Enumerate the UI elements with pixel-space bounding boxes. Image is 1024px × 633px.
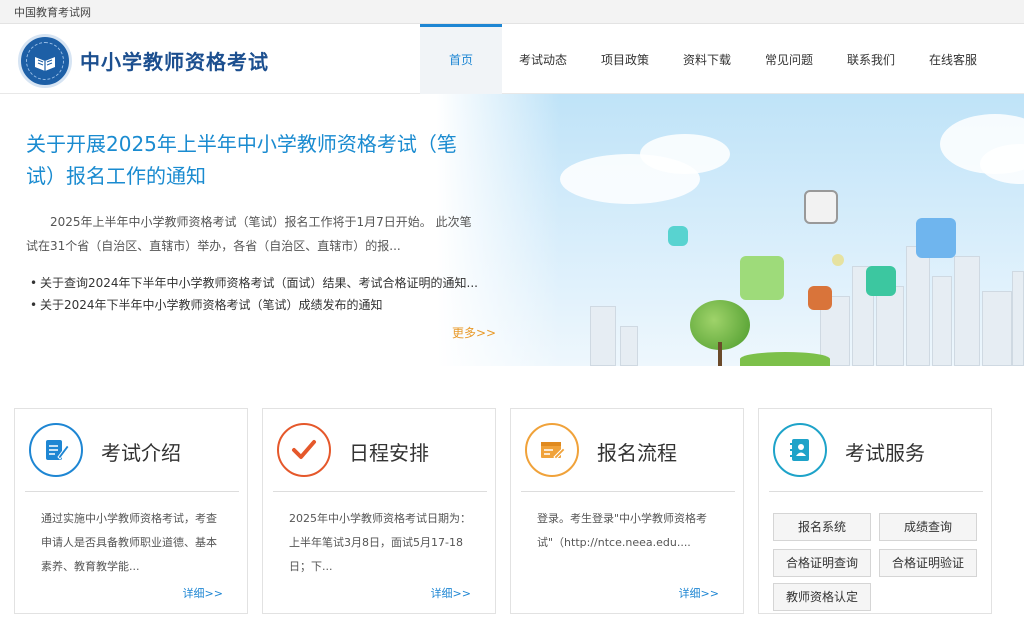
card-title: 考试介绍 [101, 441, 181, 465]
nav-item-downloads[interactable]: 资料下载 [666, 24, 748, 94]
certificate-verify-button[interactable]: 合格证明验证 [879, 549, 977, 577]
feature-cards: 考试介绍 通过实施中小学教师资格考试，考查申请人是否具备教师职业道德、基本素养、… [14, 408, 994, 616]
checkmark-icon [277, 423, 331, 477]
cube-decoration [808, 286, 832, 310]
card-description: 登录。考生登录"中小学教师资格考试"（http://ntce.neea.edu.… [537, 512, 708, 549]
notice-link[interactable]: 关于查询2024年下半年中小学教师资格考试（面试）结果、考试合格证明的通知... [30, 272, 490, 294]
nav-item-faq[interactable]: 常见问题 [748, 24, 830, 94]
nav-item-online-service[interactable]: 在线客服 [912, 24, 994, 94]
cube-decoration [916, 218, 956, 258]
card-title: 报名流程 [597, 441, 677, 465]
registration-system-button[interactable]: 报名系统 [773, 513, 871, 541]
document-pen-icon [29, 423, 83, 477]
header: 中小学教师资格考试 首页 考试动态 项目政策 资料下载 常见问题 联系我们 在线… [0, 24, 1024, 94]
featured-notice-title[interactable]: 关于开展2025年上半年中小学教师资格考试（笔试）报名工作的通知 [26, 128, 486, 192]
building-decoration [982, 291, 1012, 366]
detail-link[interactable]: 详细>> [183, 585, 223, 601]
card-title: 日程安排 [349, 441, 429, 465]
nav-item-exam-news[interactable]: 考试动态 [502, 24, 584, 94]
cube-decoration [804, 190, 838, 224]
card-description: 2025年中小学教师资格考试日期为：上半年笔试3月8日，面试5月17-18日；下… [289, 512, 471, 573]
cube-decoration [740, 256, 784, 300]
form-pen-icon [525, 423, 579, 477]
card-description: 通过实施中小学教师资格考试，考查申请人是否具备教师职业道德、基本素养、教育教学能… [41, 512, 217, 573]
building-decoration [906, 246, 930, 366]
notice-link[interactable]: 关于2024年下半年中小学教师资格考试（笔试）成绩发布的通知 [30, 294, 490, 316]
building-decoration [932, 276, 952, 366]
score-query-button[interactable]: 成绩查询 [879, 513, 977, 541]
grass-decoration [740, 352, 830, 366]
card-exam-intro: 考试介绍 通过实施中小学教师资格考试，考查申请人是否具备教师职业道德、基本素养、… [14, 408, 248, 614]
detail-link[interactable]: 详细>> [431, 585, 471, 601]
logo-icon[interactable] [18, 34, 72, 88]
cube-decoration [866, 266, 896, 296]
main-nav: 首页 考试动态 项目政策 资料下载 常见问题 联系我们 在线客服 [420, 24, 994, 94]
hero-banner: 关于开展2025年上半年中小学教师资格考试（笔试）报名工作的通知 2025年上半… [0, 94, 1024, 366]
card-exam-services: 考试服务 报名系统 成绩查询 合格证明查询 合格证明验证 教师资格认定 [758, 408, 992, 614]
site-title: 中小学教师资格考试 [80, 50, 269, 74]
top-bar: 中国教育考试网 [0, 0, 1024, 24]
more-link[interactable]: 更多>> [452, 324, 496, 341]
cloud-decoration [640, 134, 730, 174]
notice-list: 关于查询2024年下半年中小学教师资格考试（面试）结果、考试合格证明的通知...… [30, 272, 490, 316]
cube-decoration [668, 226, 688, 246]
featured-notice-summary: 2025年上半年中小学教师资格考试（笔试）报名工作将于1月7日开始。 此次笔试在… [26, 215, 472, 253]
certificate-query-button[interactable]: 合格证明查询 [773, 549, 871, 577]
site-link[interactable]: 中国教育考试网 [14, 4, 91, 20]
building-decoration [620, 326, 638, 366]
address-book-icon [773, 423, 827, 477]
building-decoration [590, 306, 616, 366]
book-icon [35, 57, 55, 71]
building-decoration [954, 256, 980, 366]
building-decoration [1012, 271, 1024, 366]
building-decoration [876, 286, 904, 366]
card-schedule: 日程安排 2025年中小学教师资格考试日期为：上半年笔试3月8日，面试5月17-… [262, 408, 496, 614]
teacher-qualification-button[interactable]: 教师资格认定 [773, 583, 871, 611]
card-registration-process: 报名流程 登录。考生登录"中小学教师资格考试"（http://ntce.neea… [510, 408, 744, 614]
nav-item-home[interactable]: 首页 [420, 24, 502, 94]
detail-link[interactable]: 详细>> [679, 585, 719, 601]
cube-decoration [832, 254, 844, 266]
nav-item-policy[interactable]: 项目政策 [584, 24, 666, 94]
nav-item-contact[interactable]: 联系我们 [830, 24, 912, 94]
card-title: 考试服务 [845, 441, 925, 465]
